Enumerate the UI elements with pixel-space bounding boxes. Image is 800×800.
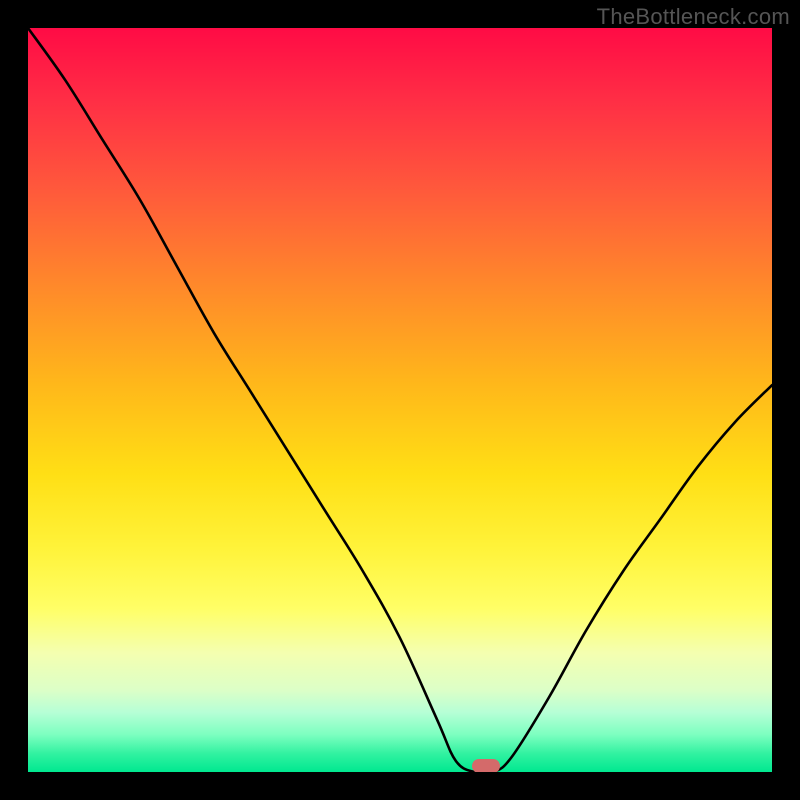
bottleneck-curve xyxy=(28,28,772,772)
watermark-text: TheBottleneck.com xyxy=(597,4,790,30)
plot-area xyxy=(28,28,772,772)
chart-frame: TheBottleneck.com xyxy=(0,0,800,800)
optimal-point-marker xyxy=(472,759,500,772)
